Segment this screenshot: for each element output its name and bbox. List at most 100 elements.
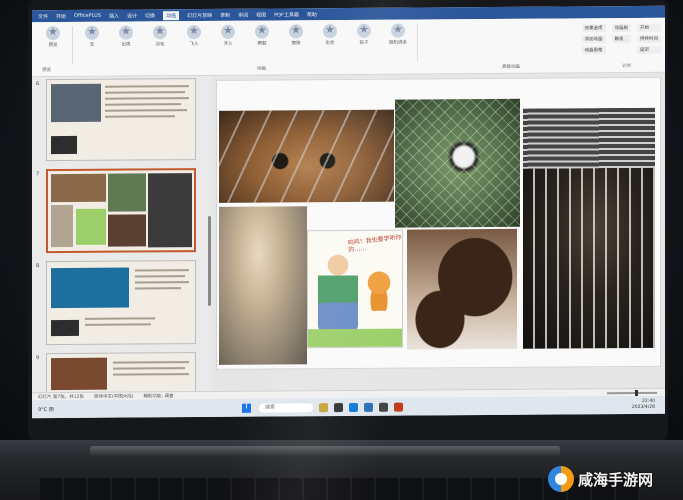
caged-dog-photo[interactable] bbox=[219, 109, 394, 203]
cartoon-speech-text: 呜呜！我也要学听你的…… bbox=[347, 233, 402, 254]
app-icon[interactable] bbox=[379, 402, 388, 412]
thumbnail-number: 7 bbox=[36, 171, 40, 178]
menu-slideshow[interactable]: 幻灯片放映 bbox=[187, 11, 212, 18]
thumbnail-slide-7[interactable] bbox=[46, 168, 196, 254]
star-icon bbox=[221, 24, 235, 39]
trigger-button[interactable]: 触发 bbox=[611, 35, 631, 44]
cartoon-tiger bbox=[364, 270, 394, 311]
start-field[interactable]: 开始 bbox=[637, 23, 661, 32]
effect-fade[interactable]: 淡化 bbox=[143, 25, 177, 65]
caged-monkey-photo[interactable] bbox=[523, 107, 655, 349]
system-tray-clock[interactable]: 22:40 2023/4/28 bbox=[632, 399, 655, 411]
edge-icon[interactable] bbox=[349, 402, 358, 412]
menu-file[interactable]: 文件 bbox=[38, 13, 48, 20]
star-icon bbox=[153, 25, 167, 40]
ribbon-options: 效果选项 添加动画 动画窗格 动画刷 触发 开始 持续时间 延迟 bbox=[581, 22, 661, 55]
thumbnails-scrollbar[interactable] bbox=[208, 215, 211, 306]
effect-float-in[interactable]: 浮入 bbox=[211, 24, 245, 65]
menu-help[interactable]: 帮助 bbox=[307, 11, 317, 18]
slide-position: 幻灯片 第7张，共12张 bbox=[38, 394, 85, 400]
menu-insert[interactable]: 插入 bbox=[109, 12, 119, 19]
panda-photo[interactable] bbox=[395, 98, 520, 228]
thumbnail-text-line bbox=[105, 115, 175, 118]
cartoon-image[interactable]: 呜呜！我也要学听你的…… bbox=[307, 229, 403, 349]
thumbnail-text-line bbox=[135, 269, 189, 272]
thumbnail-text-line bbox=[113, 367, 185, 370]
thumbnail-image bbox=[76, 208, 106, 245]
cat-photo[interactable] bbox=[219, 206, 307, 365]
effect-random-bars[interactable]: 随机线条 bbox=[381, 23, 415, 64]
cartoon-man bbox=[318, 252, 358, 334]
menu-record[interactable]: 录制 bbox=[220, 11, 230, 18]
thumbnail-slide-6[interactable] bbox=[46, 78, 196, 162]
powerpoint-icon[interactable] bbox=[394, 402, 403, 412]
watermark: 咸海手游网 bbox=[548, 466, 653, 492]
thumbnail-image bbox=[108, 214, 146, 247]
effect-label: 无 bbox=[89, 42, 95, 48]
accessibility-status[interactable]: 辅助功能: 调查 bbox=[144, 393, 174, 399]
menu-review[interactable]: 审阅 bbox=[238, 11, 248, 18]
menu-home[interactable]: 开始 bbox=[56, 12, 66, 19]
app-icon[interactable] bbox=[334, 402, 343, 412]
effect-label: 轮子 bbox=[359, 40, 369, 46]
workspace: 6 7 8 9 呜呜！我也要学听你的…… bbox=[32, 72, 665, 394]
bear-photo[interactable] bbox=[407, 228, 517, 350]
app-icon[interactable] bbox=[364, 402, 373, 412]
thumbnail-image bbox=[51, 173, 106, 203]
thumbnail-slide-9[interactable] bbox=[46, 352, 196, 394]
delay-field[interactable]: 延迟 bbox=[637, 45, 661, 54]
star-icon bbox=[255, 24, 269, 39]
effect-split[interactable]: 劈裂 bbox=[245, 24, 279, 64]
slide-thumbnails-pane: 6 7 8 9 bbox=[32, 75, 212, 394]
thumbnail-text-line bbox=[135, 287, 181, 290]
star-icon bbox=[85, 25, 99, 40]
effect-none[interactable]: 无 bbox=[75, 25, 109, 66]
timing-column: 开始 持续时间 延迟 bbox=[637, 22, 661, 54]
thumbnail-image bbox=[51, 319, 79, 337]
start-icon[interactable] bbox=[242, 403, 251, 413]
effect-label: 出现 bbox=[121, 42, 131, 48]
zoom-slider[interactable] bbox=[607, 391, 657, 394]
preview-label: 预览 bbox=[48, 43, 58, 49]
effect-label: 形状 bbox=[325, 41, 335, 47]
animation-painter-button[interactable]: 动画刷 bbox=[611, 24, 631, 33]
thumbnail-text-line bbox=[85, 323, 151, 326]
effect-fly-in[interactable]: 飞入 bbox=[177, 25, 211, 65]
effect-wipe[interactable]: 擦除 bbox=[279, 24, 313, 64]
menu-transitions[interactable]: 切换 bbox=[145, 12, 155, 19]
thumbnail-text-line bbox=[85, 317, 155, 320]
menu-design[interactable]: 设计 bbox=[127, 12, 137, 19]
menu-view[interactable]: 视图 bbox=[256, 11, 266, 18]
group-label-preview: 预览 bbox=[42, 68, 51, 74]
weather-widget[interactable]: 9°C 阴 bbox=[32, 405, 102, 413]
effect-shape[interactable]: 形状 bbox=[313, 24, 347, 64]
effect-appear[interactable]: 出现 bbox=[109, 25, 143, 65]
add-animation-button[interactable]: 添加动画 bbox=[581, 35, 606, 44]
group-label-advanced: 高级动画 bbox=[502, 64, 520, 70]
clock-date: 2023/4/28 bbox=[631, 404, 655, 411]
thumbnail-text-line bbox=[105, 91, 185, 94]
star-icon bbox=[119, 25, 133, 40]
menu-pdf-tools[interactable]: PDF工具箱 bbox=[274, 11, 299, 18]
group-label-timing: 计时 bbox=[622, 64, 631, 70]
effect-label: 劈裂 bbox=[257, 41, 267, 47]
animation-pane-button[interactable]: 动画窗格 bbox=[581, 46, 606, 55]
file-explorer-icon[interactable] bbox=[319, 402, 328, 412]
slide-canvas: 呜呜！我也要学听你的…… bbox=[216, 76, 661, 370]
menu-animations[interactable]: 动画 bbox=[163, 10, 180, 20]
thumbnail-slide-8[interactable] bbox=[46, 260, 196, 346]
cartoon-ground bbox=[308, 328, 402, 348]
language-status[interactable]: 简体中文(中国大陆) bbox=[94, 393, 134, 399]
effect-label: 淡化 bbox=[155, 42, 165, 48]
thumbnail-image bbox=[108, 173, 146, 212]
menu-officeplus[interactable]: OfficePLUS bbox=[74, 13, 101, 19]
taskbar-search[interactable]: 搜索 bbox=[259, 402, 313, 413]
laptop-screen: 文件 开始 OfficePLUS 插入 设计 切换 动画 幻灯片放映 录制 审阅… bbox=[32, 5, 665, 419]
duration-field[interactable]: 持续时间 bbox=[637, 34, 661, 43]
thumbnail-number: 8 bbox=[36, 263, 40, 270]
trigger-column: 动画刷 触发 bbox=[611, 22, 631, 54]
effect-wheel[interactable]: 轮子 bbox=[347, 23, 381, 64]
preview-button[interactable]: 预览 bbox=[36, 26, 70, 66]
effect-options-button[interactable]: 效果选项 bbox=[581, 24, 606, 33]
ribbon-separator bbox=[72, 25, 73, 64]
